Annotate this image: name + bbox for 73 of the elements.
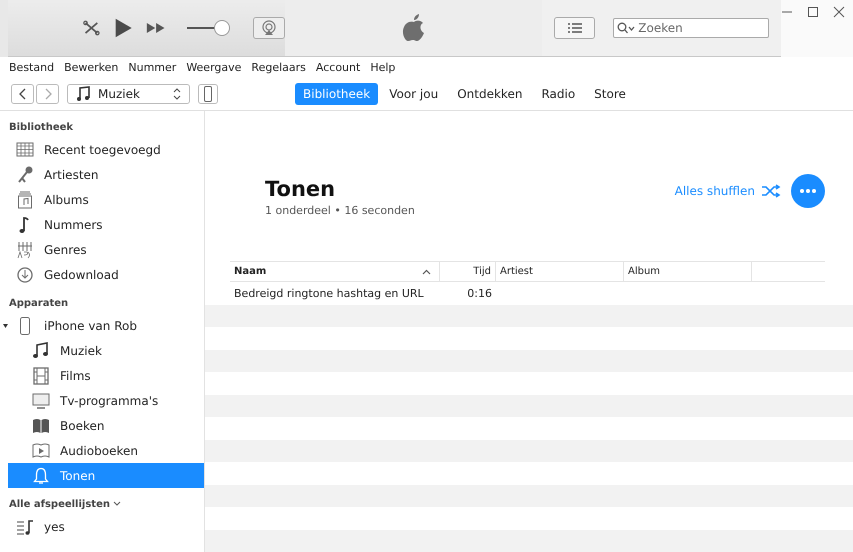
page-title: Tonen [265, 177, 336, 201]
expanded-icon[interactable] [3, 323, 9, 329]
sidebar-item[interactable]: Artiesten [0, 162, 204, 187]
section-header[interactable]: Apparaten [9, 293, 68, 313]
microphone-icon [16, 166, 34, 184]
album-icon [16, 190, 34, 208]
menu-item[interactable]: Nummer [128, 61, 176, 74]
sidebar-item[interactable]: Muziek [0, 338, 204, 363]
chevron-right-icon [44, 88, 52, 100]
menu-item[interactable]: Account [316, 61, 360, 74]
menu-item[interactable]: Bewerken [64, 61, 118, 74]
sidebar-item[interactable]: Genres [0, 237, 204, 262]
list-icon [566, 22, 583, 34]
back-button[interactable] [11, 84, 34, 104]
book-icon [32, 416, 50, 434]
updown-icon [173, 88, 181, 100]
sidebar-item[interactable]: Nummers [0, 212, 204, 237]
close-icon[interactable] [833, 6, 845, 18]
sidebar-item[interactable]: Albums [0, 187, 204, 212]
nav-tab[interactable]: Voor jou [381, 83, 446, 105]
more-button[interactable] [791, 174, 825, 208]
sidebar-item[interactable]: Tv-programma's [0, 388, 204, 413]
sidebar-item[interactable]: Recent toegevoegd [0, 137, 204, 162]
nav-tab[interactable]: Radio [533, 83, 584, 105]
sidebar-item[interactable]: Boeken [0, 413, 204, 438]
airplay-button[interactable] [252, 17, 285, 39]
search-icon [617, 22, 636, 34]
media-picker[interactable]: Muziek [67, 84, 190, 104]
sidebar-item[interactable]: Audioboeken [0, 438, 204, 463]
fast-forward-icon[interactable] [146, 21, 167, 35]
sidebar-item[interactable]: yes [0, 514, 204, 539]
page-subtitle: 1 onderdeel • 16 seconden [265, 204, 415, 217]
chevron-down-icon[interactable] [112, 501, 121, 507]
sidebar-item[interactable]: iPhone van Rob [0, 313, 204, 338]
menu-item[interactable]: Weergave [186, 61, 242, 74]
note-icon [76, 86, 90, 102]
column-header[interactable]: Naam [230, 262, 440, 281]
playlist-icon [16, 518, 34, 536]
media-label: Muziek [98, 87, 141, 101]
device-button[interactable] [198, 84, 218, 104]
monitor-icon [32, 392, 50, 410]
shuffle-icon [761, 184, 781, 198]
nav-tab[interactable]: Ontdekken [449, 83, 530, 105]
sort-up-icon [422, 268, 431, 274]
menu-item[interactable]: Bestand [9, 61, 54, 74]
nav-tab[interactable]: Store [586, 83, 634, 105]
phone-icon [204, 86, 212, 102]
menu-item[interactable]: Regelaars [251, 61, 306, 74]
music-icon [32, 342, 50, 360]
table-cell-text: Bedreigd ringtone hashtag en URL [233, 286, 425, 300]
maximize-icon[interactable] [807, 6, 819, 18]
search-field[interactable]: Zoeken [613, 18, 770, 38]
airplay-icon [260, 20, 277, 36]
menu-item[interactable]: Help [370, 61, 396, 74]
download-icon [16, 266, 34, 284]
shuffle-icon[interactable] [83, 18, 100, 38]
film-icon [32, 366, 50, 384]
bell-icon [32, 466, 50, 484]
sidebar-item[interactable]: Gedownload [0, 262, 204, 287]
play-icon[interactable] [114, 16, 132, 40]
apple-logo-icon [402, 14, 426, 42]
section-header[interactable]: Alle afspeellijsten [9, 494, 121, 514]
column-header[interactable]: Album [624, 262, 752, 281]
list-button[interactable] [554, 17, 596, 39]
audiobook-icon [32, 442, 50, 460]
ellipsis-icon [800, 189, 816, 193]
chevron-left-icon [18, 88, 26, 100]
sidebar-item[interactable]: Films [0, 363, 204, 388]
table-cell-text: 0:16 [466, 286, 493, 300]
section-header[interactable]: Bibliotheek [9, 117, 74, 137]
calendar-grid-icon [16, 140, 34, 158]
column-header[interactable]: Tijd [440, 262, 496, 281]
column-header[interactable]: Artiest [496, 262, 624, 281]
